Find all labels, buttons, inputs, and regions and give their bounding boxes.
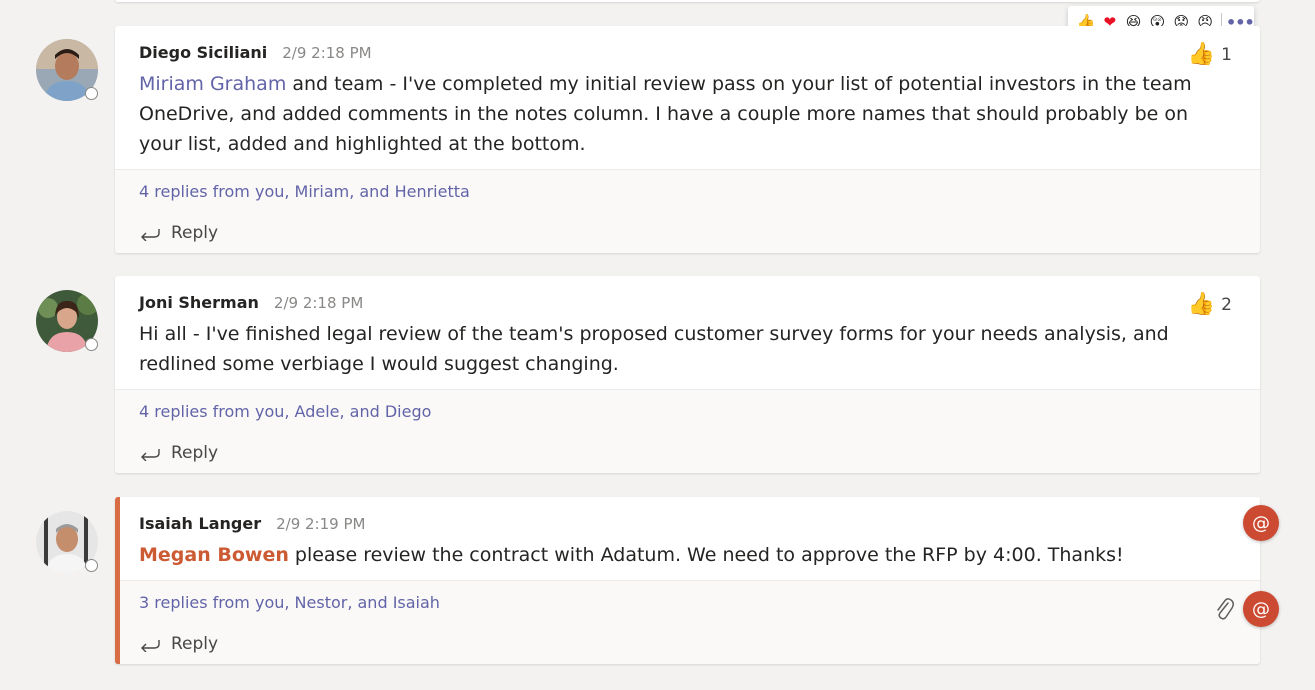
author-name[interactable]: Joni Sherman — [139, 293, 259, 312]
thread-diego: Diego Siciliani 2/9 2:18 PM Miriam Graha… — [115, 26, 1260, 253]
like-count: 2 — [1221, 294, 1232, 315]
like-count-badge[interactable]: 👍 2 — [1188, 292, 1232, 317]
presence-indicator — [85, 87, 98, 100]
replies-summary-link[interactable]: 4 replies from you, Adele, and Diego — [139, 390, 1236, 433]
message-body: Miriam Graham and team - I've completed … — [139, 69, 1214, 159]
presence-indicator — [85, 338, 98, 351]
mention-megan[interactable]: Megan Bowen — [139, 544, 289, 566]
thumbs-up-icon: 👍 — [1187, 42, 1216, 67]
mention-miriam[interactable]: Miriam Graham — [139, 73, 286, 95]
at-mention-icon[interactable]: @ — [1243, 591, 1279, 627]
message-card: Isaiah Langer 2/9 2:19 PM Megan Bowen pl… — [115, 497, 1260, 664]
presence-indicator — [85, 559, 98, 572]
previous-message-card — [115, 0, 1260, 2]
replies-summary-link[interactable]: 4 replies from you, Miriam, and Henriett… — [139, 170, 1236, 213]
thread-replies-section: 3 replies from you, Nestor, and Isaiah R… — [120, 580, 1260, 664]
reply-label: Reply — [171, 223, 219, 243]
thread-replies-section: 4 replies from you, Miriam, and Henriett… — [115, 169, 1260, 253]
reply-arrow-icon — [141, 640, 160, 652]
thread-isaiah: Isaiah Langer 2/9 2:19 PM Megan Bowen pl… — [115, 497, 1260, 664]
message: Joni Sherman 2/9 2:18 PM Hi all - I've f… — [115, 276, 1260, 389]
reply-button[interactable]: Reply — [139, 213, 1236, 253]
reply-label: Reply — [171, 634, 219, 654]
message-card: Joni Sherman 2/9 2:18 PM Hi all - I've f… — [115, 276, 1260, 473]
at-mention-icon[interactable]: @ — [1243, 505, 1279, 541]
like-count-badge[interactable]: 👍 1 — [1188, 42, 1232, 67]
reply-arrow-icon — [141, 449, 160, 461]
reply-label: Reply — [171, 443, 219, 463]
timestamp: 2/9 2:18 PM — [273, 294, 364, 312]
thumbs-up-icon: 👍 — [1187, 292, 1216, 317]
message-text: and team - I've completed my initial rev… — [139, 73, 1192, 155]
message-body: Hi all - I've finished legal review of t… — [139, 323, 1169, 375]
timestamp: 2/9 2:18 PM — [282, 44, 372, 62]
timestamp: 2/9 2:19 PM — [276, 515, 366, 533]
thread-joni: Joni Sherman 2/9 2:18 PM Hi all - I've f… — [115, 276, 1260, 473]
message-text: please review the contract with Adatum. … — [288, 544, 1124, 566]
message: Isaiah Langer 2/9 2:19 PM Megan Bowen pl… — [120, 497, 1260, 580]
message: Diego Siciliani 2/9 2:18 PM Miriam Graha… — [115, 26, 1260, 169]
author-name[interactable]: Diego Siciliani — [139, 43, 267, 62]
paperclip-icon — [1217, 598, 1235, 620]
like-count: 1 — [1221, 44, 1232, 65]
author-name[interactable]: Isaiah Langer — [139, 514, 261, 533]
replies-summary-link[interactable]: 3 replies from you, Nestor, and Isaiah — [139, 581, 1236, 624]
reply-button[interactable]: Reply — [139, 433, 1236, 473]
message-card: Diego Siciliani 2/9 2:18 PM Miriam Graha… — [115, 26, 1260, 253]
reply-button[interactable]: Reply — [139, 624, 1236, 664]
message-body: Megan Bowen please review the contract w… — [139, 540, 1219, 570]
thread-replies-section: 4 replies from you, Adele, and Diego Rep… — [115, 389, 1260, 473]
reply-arrow-icon — [141, 229, 160, 241]
